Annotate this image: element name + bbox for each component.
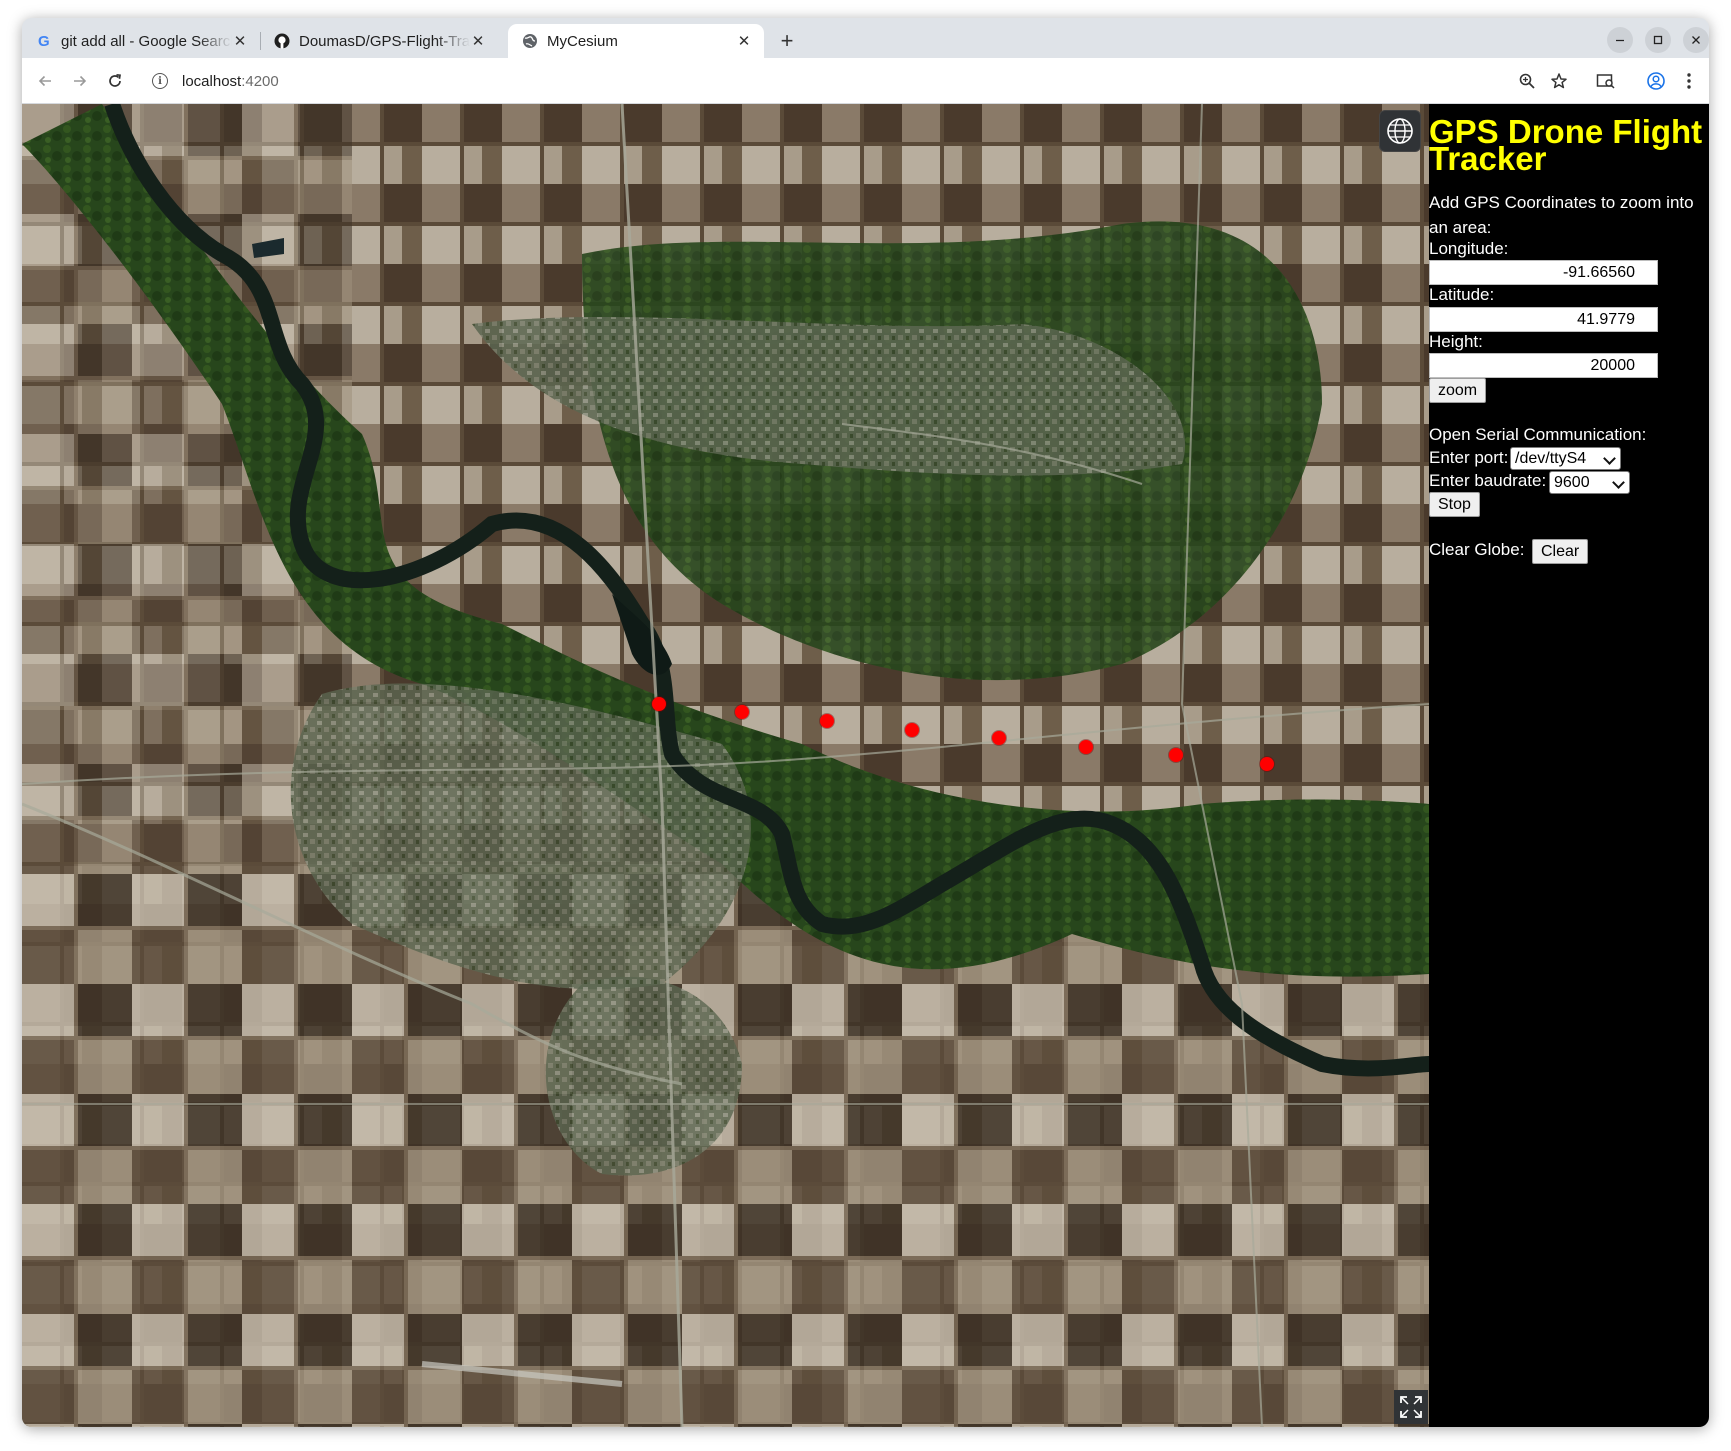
drone-point[interactable] <box>992 731 1006 745</box>
close-window-button[interactable] <box>1683 27 1709 53</box>
menu-kebab-icon[interactable] <box>1676 68 1702 94</box>
port-select-value: /dev/ttyS4 <box>1515 450 1587 467</box>
intro-text: Add GPS Coordinates to zoom into an area… <box>1429 193 1694 237</box>
port-select[interactable]: /dev/ttyS4 <box>1510 447 1621 470</box>
svg-text:G: G <box>38 33 50 49</box>
cesium-globe-viewer[interactable] <box>22 104 1429 1427</box>
drone-point[interactable] <box>1260 757 1274 771</box>
bookmark-star-icon[interactable] <box>1546 68 1572 94</box>
close-tab-icon[interactable]: ✕ <box>470 33 486 50</box>
port-label: Enter port: <box>1429 448 1509 467</box>
serial-heading: Open Serial Communication: <box>1429 425 1647 444</box>
github-icon <box>274 33 290 49</box>
globe-icon <box>1387 118 1413 144</box>
base-layer-picker-button[interactable] <box>1379 110 1421 152</box>
drone-point[interactable] <box>652 697 666 711</box>
zoom-icon[interactable] <box>1514 68 1540 94</box>
drone-point[interactable] <box>1079 740 1093 754</box>
tab-google-search[interactable]: G git add all - Google Search ✕ <box>22 24 260 58</box>
tab-github[interactable]: DoumasD/GPS-Flight-Tracker ✕ <box>260 24 498 58</box>
tab-title: DoumasD/GPS-Flight-Tracker <box>299 32 470 50</box>
zoom-button[interactable]: zoom <box>1429 378 1487 403</box>
browser-toolbar: i localhost:4200 <box>22 58 1709 104</box>
tab-title: git add all - Google Search <box>61 32 232 50</box>
baudrate-select[interactable]: 9600 <box>1549 471 1630 494</box>
close-tab-icon[interactable]: ✕ <box>736 33 752 50</box>
height-label: Height: <box>1429 332 1483 351</box>
chevron-down-icon <box>1603 452 1616 465</box>
tab-title: MyCesium <box>547 32 618 50</box>
tab-search-icon[interactable] <box>1593 68 1619 94</box>
forward-button[interactable] <box>67 68 93 94</box>
clear-button[interactable]: Clear <box>1532 539 1589 564</box>
stop-button[interactable]: Stop <box>1429 492 1480 517</box>
baudrate-label: Enter baudrate: <box>1429 471 1547 490</box>
latitude-label: Latitude: <box>1429 285 1495 304</box>
chevron-down-icon <box>1612 476 1625 489</box>
url-host: localhost <box>182 72 242 90</box>
url-text: localhost:4200 <box>182 73 279 90</box>
page-content: GPS Drone Flight Tracker Add GPS Coordin… <box>22 104 1709 1427</box>
maximize-button[interactable] <box>1645 27 1671 53</box>
clear-globe-label: Clear Globe: <box>1429 540 1525 559</box>
drone-point[interactable] <box>1169 748 1183 762</box>
site-info-icon[interactable]: i <box>152 73 168 89</box>
longitude-label: Longitude: <box>1429 239 1509 258</box>
height-input[interactable]: 20000 <box>1429 353 1658 378</box>
drone-point[interactable] <box>735 705 749 719</box>
fullscreen-button[interactable] <box>1394 1390 1428 1424</box>
drone-point[interactable] <box>905 723 919 737</box>
profile-icon[interactable] <box>1643 68 1669 94</box>
close-tab-icon[interactable]: ✕ <box>232 33 248 50</box>
baudrate-select-value: 9600 <box>1554 474 1590 491</box>
control-panel: GPS Drone Flight Tracker Add GPS Coordin… <box>1429 104 1709 1427</box>
address-bar[interactable]: i localhost:4200 <box>138 65 1588 97</box>
new-tab-button[interactable]: + <box>774 28 800 54</box>
drone-point[interactable] <box>820 714 834 728</box>
google-icon: G <box>36 33 52 49</box>
url-port: :4200 <box>241 72 279 90</box>
fullscreen-icon <box>1400 1396 1422 1418</box>
globe-icon <box>522 33 538 49</box>
minimize-button[interactable] <box>1607 27 1633 53</box>
satellite-imagery <box>22 104 1429 1427</box>
tab-strip: G git add all - Google Search ✕ DoumasD/… <box>22 18 1709 58</box>
browser-window: G git add all - Google Search ✕ DoumasD/… <box>22 18 1709 1427</box>
app-title: GPS Drone Flight Tracker <box>1429 113 1703 177</box>
reload-button[interactable] <box>102 68 128 94</box>
back-button[interactable] <box>32 68 58 94</box>
tab-mycesium[interactable]: MyCesium ✕ <box>508 24 764 58</box>
